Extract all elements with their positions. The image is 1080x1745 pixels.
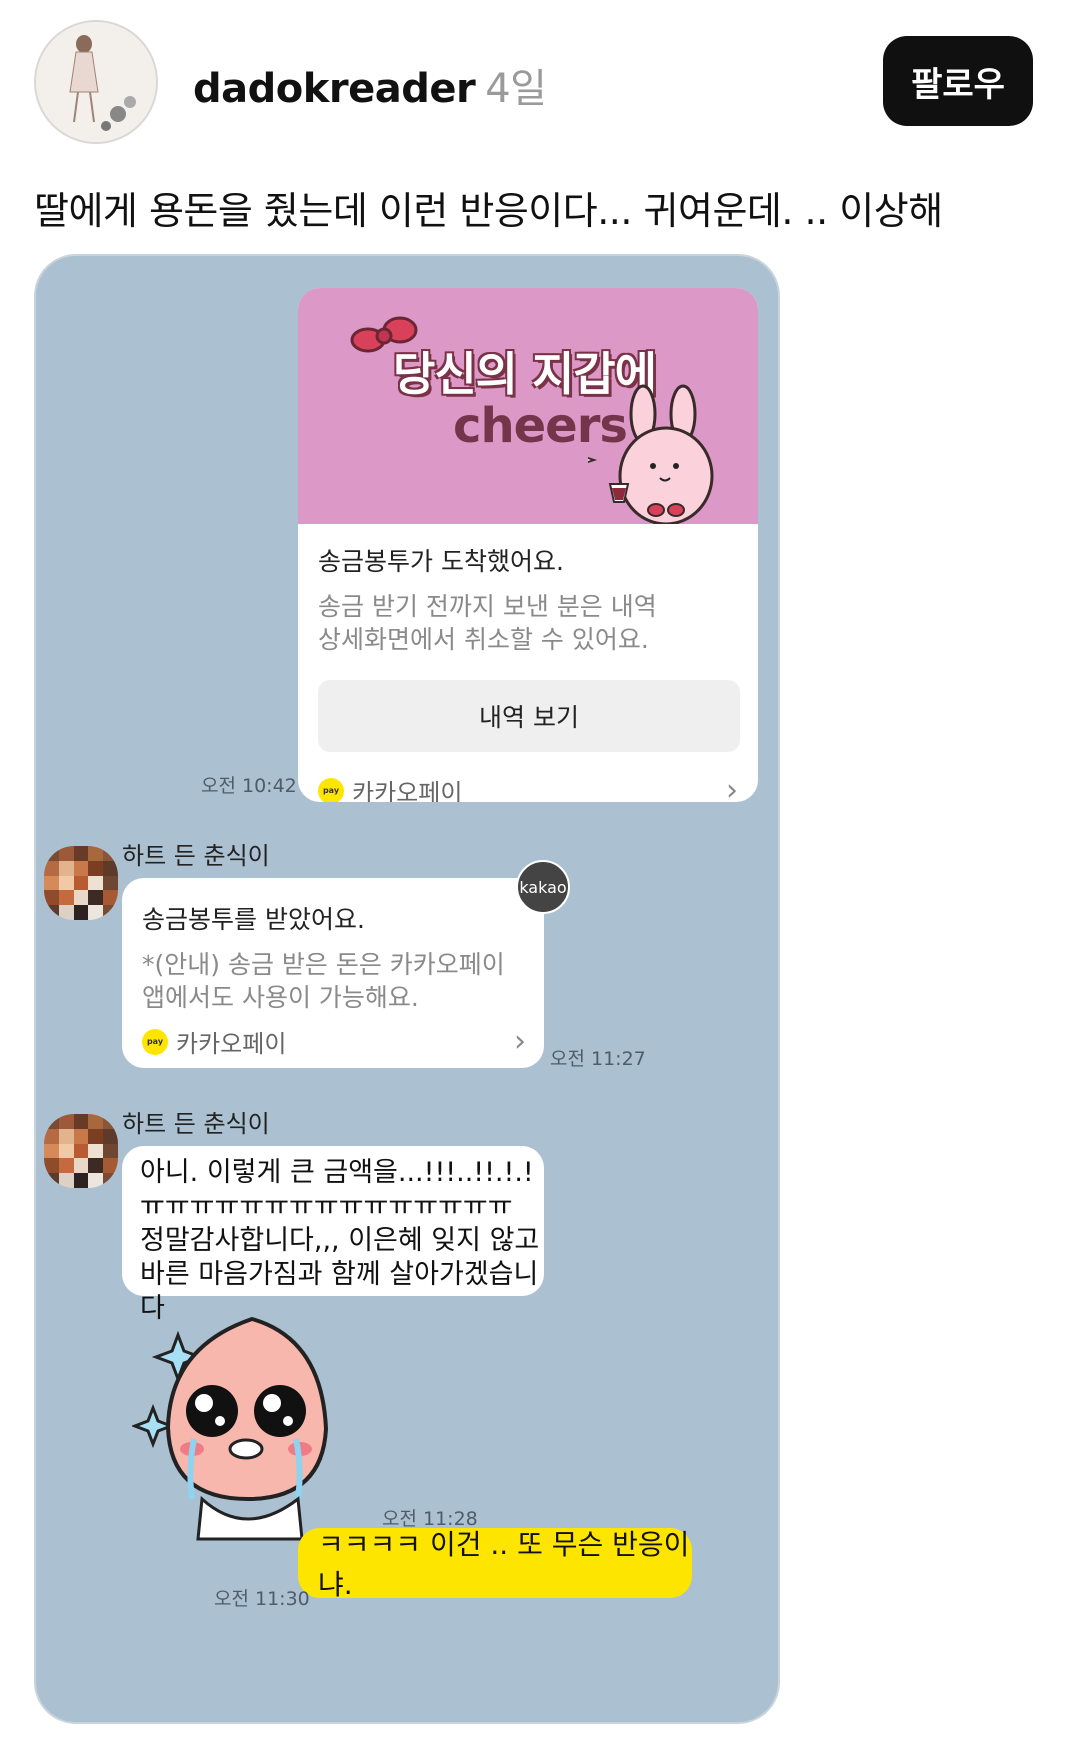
- transfer-card-desc-2: 상세화면에서 취소할 수 있어요.: [318, 625, 649, 654]
- post-caption: 딸에게 용돈을 줬는데 이런 반응이다... 귀여운데. .. 이상해: [34, 189, 943, 233]
- profile-avatar[interactable]: [34, 20, 158, 144]
- message-bubble: 아니. 이렇게 큰 금액을...!!!..!!.!.!ㅠ ㅠㅠㅠㅠㅠㅠㅠㅠㅠㅠㅠ…: [122, 1146, 544, 1324]
- kakaopay-link[interactable]: pay 카카오페이 ›: [318, 773, 738, 802]
- sender-avatar[interactable]: [44, 1114, 118, 1188]
- received-card-title: 송금봉투를 받았어요.: [142, 905, 365, 934]
- cheers-banner: 당신의 지갑에 cheers: [298, 288, 758, 524]
- username-text[interactable]: dadokreader: [193, 66, 476, 112]
- crying-peach-sticker-icon: [132, 1316, 329, 1541]
- received-card-desc-1: *(안내) 송금 받은 돈은 카카오페이: [142, 950, 505, 979]
- message-time: 오전 10:42: [201, 775, 297, 797]
- received-transfer-card: 송금봉투를 받았어요. *(안내) 송금 받은 돈은 카카오페이 앱에서도 사용…: [122, 878, 544, 1068]
- chat-screenshot: 당신의 지갑에 cheers 송금봉투가 도착했어요. 송금 받기 전까지 보낸…: [34, 254, 780, 1724]
- my-message-bubble: ㅋㅋㅋㅋ 이건 .. 또 무슨 반응이냐.: [298, 1528, 692, 1601]
- bunny-icon: [588, 384, 714, 524]
- chevron-right-icon: ›: [726, 773, 738, 802]
- message-time: 오전 11:27: [550, 1048, 646, 1070]
- view-history-button[interactable]: 내역 보기: [318, 680, 740, 752]
- transfer-card-desc-1: 송금 받기 전까지 보낸 분은 내역: [318, 592, 657, 621]
- transfer-card: 당신의 지갑에 cheers 송금봉투가 도착했어요. 송금 받기 전까지 보낸…: [298, 288, 758, 802]
- chevron-right-icon: ›: [514, 1024, 526, 1059]
- message-line-3: 정말감사합니다,,, 이은혜 잊지 않고: [140, 1225, 540, 1256]
- received-card-desc-2: 앱에서도 사용이 가능해요.: [142, 983, 419, 1012]
- follow-button[interactable]: 팔로우: [883, 36, 1033, 126]
- sender-name: 하트 든 춘식이: [122, 1110, 270, 1138]
- message-line-2: ㅠㅠㅠㅠㅠㅠㅠㅠㅠㅠㅠㅠㅠㅠㅠ: [140, 1191, 513, 1222]
- post-time: 4일: [485, 66, 547, 112]
- kakaopay-icon: pay: [318, 777, 344, 802]
- kakaopay-label: 카카오페이: [352, 779, 463, 802]
- message-time: 오전 11:30: [214, 1588, 310, 1610]
- kakaopay-link[interactable]: pay 카카오페이 ›: [142, 1024, 526, 1059]
- post-author[interactable]: dadokreader 4일: [193, 56, 547, 114]
- kakaopay-icon: pay: [142, 1028, 168, 1055]
- my-message-text: ㅋㅋㅋㅋ 이건 .. 또 무슨 반응이냐.: [318, 1528, 690, 1601]
- transfer-card-title: 송금봉투가 도착했어요.: [318, 547, 564, 576]
- kakaopay-label: 카카오페이: [176, 1030, 287, 1058]
- sender-name: 하트 든 춘식이: [122, 842, 270, 870]
- sender-avatar[interactable]: [44, 846, 118, 920]
- kakao-badge: kakao: [516, 860, 570, 914]
